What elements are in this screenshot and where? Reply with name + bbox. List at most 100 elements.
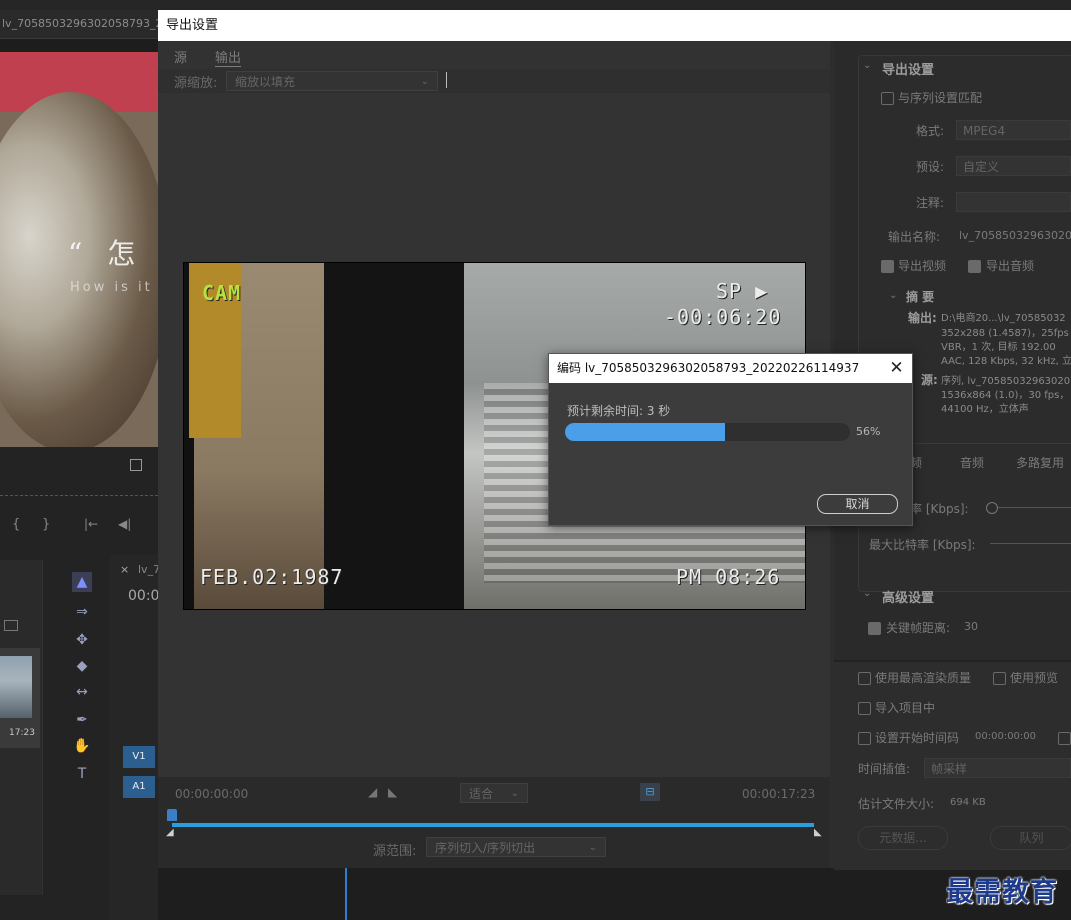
- monitor-controls: { } |← ◀|: [0, 447, 158, 552]
- close-icon[interactable]: ✕: [884, 356, 909, 381]
- playback-track[interactable]: [172, 823, 814, 827]
- clip-thumbnail[interactable]: 17:23: [0, 648, 40, 748]
- playback-end-time: 00:00:17:23: [742, 787, 816, 801]
- source-scale-dropdown[interactable]: 缩放以填充 ⌄: [226, 71, 438, 91]
- playhead-line: [345, 865, 347, 920]
- summary-source-line: 44100 Hz，立体声: [941, 404, 1029, 415]
- sequence-tab[interactable]: lv_7058503296302058793_20: [0, 10, 160, 39]
- ripple-edit-icon[interactable]: ✥: [72, 630, 92, 650]
- crop-cursor: [446, 72, 447, 88]
- encoding-dialog-title: 编码 lv_7058503296302058793_20220226114937: [549, 354, 912, 383]
- extra-option-checkbox[interactable]: [1058, 732, 1071, 745]
- keyframe-distance-value[interactable]: 30: [964, 620, 978, 633]
- tab-multiplexer[interactable]: 多路复用: [1016, 454, 1064, 471]
- encoding-progress-bar: [565, 423, 850, 441]
- encoding-dialog: 编码 lv_7058503296302058793_20220226114937…: [548, 353, 913, 526]
- target-bitrate-slider-handle[interactable]: [986, 502, 998, 514]
- timeline-close-icon[interactable]: ×: [120, 563, 129, 576]
- export-left-tabs: 源 输出: [158, 41, 830, 69]
- clip-duration: 17:23: [9, 728, 35, 738]
- out-point-icon[interactable]: ◣: [814, 827, 822, 838]
- import-into-project-checkbox[interactable]: [858, 702, 871, 715]
- source-scale-value: 缩放以填充: [235, 75, 296, 89]
- source-range-dropdown[interactable]: 序列切入/序列切出 ⌄: [426, 837, 606, 857]
- selection-tool-icon[interactable]: ▲: [72, 572, 92, 592]
- summary-collapse-icon[interactable]: ⌄: [889, 290, 897, 301]
- summary-source-label: 源:: [921, 373, 938, 387]
- mark-in-triangle-icon[interactable]: ◢: [368, 785, 377, 799]
- max-bitrate-slider-track[interactable]: [990, 543, 1071, 544]
- go-to-in-icon[interactable]: |←: [84, 517, 98, 531]
- queue-button[interactable]: 队列: [990, 826, 1071, 850]
- chevron-down-icon: ⌄: [588, 842, 597, 853]
- in-point-icon[interactable]: ◢: [166, 827, 174, 838]
- step-back-icon[interactable]: ◀|: [118, 517, 131, 531]
- max-render-quality-label: 使用最高渲染质量: [875, 671, 972, 685]
- summary-source-line: 1536x864 (1.0)，30 fps，: [941, 390, 1070, 401]
- match-sequence-label: 与序列设置匹配: [898, 91, 983, 105]
- summary-output-line: 352x288 (1.4587)，25fps: [941, 328, 1069, 339]
- chevron-down-icon: ⌄: [510, 788, 519, 799]
- output-name-link[interactable]: lv_7058503296302058: [959, 229, 1071, 242]
- slip-tool-icon[interactable]: ↔: [72, 682, 92, 702]
- match-sequence-checkbox[interactable]: [881, 92, 894, 105]
- settings-icon[interactable]: [130, 459, 142, 471]
- folder-icon[interactable]: [4, 620, 18, 631]
- set-start-timecode-label: 设置开始时间码: [875, 731, 960, 745]
- summary-output-line: D:\电商20...\lv_70585032: [941, 313, 1066, 324]
- type-tool-icon[interactable]: T: [72, 764, 92, 784]
- target-bitrate-slider-track[interactable]: [998, 507, 1071, 508]
- export-audio-checkbox[interactable]: [968, 260, 981, 273]
- mark-in-icon[interactable]: {: [12, 517, 20, 532]
- comment-label: 注释:: [916, 196, 945, 210]
- brand-watermark: 最需教育: [946, 877, 1058, 908]
- source-scale-row: 源缩放: 缩放以填充 ⌄: [158, 69, 830, 93]
- metadata-button[interactable]: 元数据...: [858, 826, 948, 850]
- use-previews-checkbox[interactable]: [993, 672, 1006, 685]
- video-doorframe: [324, 263, 464, 609]
- playback-start-time: 00:00:00:00: [175, 787, 249, 801]
- start-timecode-value[interactable]: 00:00:00:00: [975, 731, 1036, 742]
- time-ruler: [0, 495, 158, 497]
- export-video-checkbox[interactable]: [881, 260, 894, 273]
- timeline-bottom: [158, 868, 1071, 920]
- mark-out-triangle-icon[interactable]: ◣: [388, 785, 397, 799]
- format-dropdown[interactable]: MPEG4: [956, 120, 1071, 140]
- max-render-quality-checkbox[interactable]: [858, 672, 871, 685]
- preset-dropdown[interactable]: 自定义: [956, 156, 1071, 176]
- comment-field[interactable]: [956, 192, 1071, 212]
- vhs-time: PM 08:26: [676, 565, 781, 589]
- advanced-collapse-icon[interactable]: ⌄: [863, 588, 871, 599]
- summary-output-label: 输出:: [908, 311, 937, 325]
- vhs-date: FEB.02:1987: [200, 565, 344, 589]
- tab-output[interactable]: 输出: [215, 47, 242, 67]
- cancel-button[interactable]: 取消: [817, 494, 898, 514]
- zoom-fit-value: 适合: [469, 787, 494, 801]
- use-previews-label: 使用预览: [1010, 671, 1059, 685]
- track-v1[interactable]: V1: [123, 746, 155, 768]
- export-playback-bar: 00:00:00:00 ◢ ◣ 适合 ⌄ ⊟ 00:00:17:23 ◢ ◣ 源…: [158, 777, 830, 868]
- tab-audio[interactable]: 音频: [960, 454, 984, 471]
- pen-tool-icon[interactable]: ✒: [72, 710, 92, 730]
- hand-tool-icon[interactable]: ✋: [72, 736, 92, 756]
- max-bitrate-label: 最大比特率 [Kbps]:: [869, 538, 976, 552]
- timeline-tab[interactable]: lv_7: [138, 563, 158, 576]
- zoom-fit-dropdown[interactable]: 适合 ⌄: [460, 783, 528, 803]
- vhs-counter: -00:06:20: [664, 305, 782, 329]
- track-select-icon[interactable]: ⇒: [72, 602, 92, 622]
- safe-margins-icon[interactable]: ⊟: [640, 783, 660, 801]
- keyframe-distance-checkbox[interactable]: [868, 622, 881, 635]
- timeline-timecode[interactable]: 00:0: [128, 588, 158, 604]
- mark-out-icon[interactable]: }: [42, 517, 50, 532]
- source-range-label: 源范围:: [373, 844, 417, 859]
- chevron-down-icon: ⌄: [420, 76, 429, 87]
- time-interpolation-dropdown[interactable]: 帧采样: [924, 758, 1071, 778]
- collapse-icon[interactable]: ⌄: [863, 60, 871, 71]
- track-a1[interactable]: A1: [123, 776, 155, 798]
- razor-tool-icon[interactable]: ◆: [72, 656, 92, 676]
- tab-source[interactable]: 源: [174, 47, 187, 66]
- playhead-handle[interactable]: [167, 809, 177, 821]
- export-settings-heading: 导出设置: [882, 63, 935, 78]
- set-start-timecode-checkbox[interactable]: [858, 732, 871, 745]
- summary-output-line: VBR，1 次, 目标 192.00: [941, 342, 1056, 353]
